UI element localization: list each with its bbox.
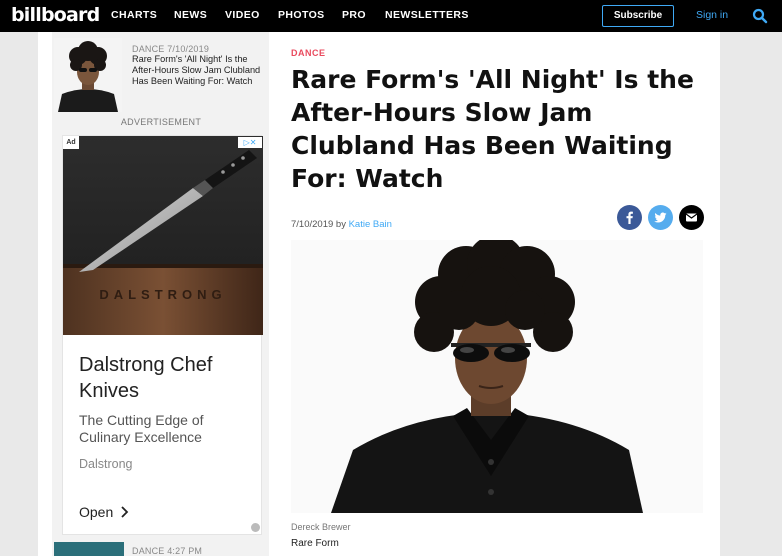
photo-credit: Dereck Brewer (291, 522, 351, 532)
nav-newsletters[interactable]: NEWSLETTERS (385, 9, 469, 21)
ad-headline[interactable]: Dalstrong Chef Knives (79, 352, 249, 404)
subscribe-button[interactable]: Subscribe (602, 5, 674, 27)
sidebar-article-card-2[interactable]: DANCE 4:27 PM (54, 542, 268, 556)
info-icon[interactable] (251, 523, 260, 532)
ad-brand-mark: DALSTRONG (99, 287, 227, 302)
ad-image: Ad ▷✕ DALSTRONG (63, 136, 263, 335)
article-hero-image (291, 240, 703, 513)
facebook-icon (617, 205, 642, 230)
search-icon[interactable] (752, 8, 768, 24)
top-nav: billboard CHARTS NEWS VIDEO PHOTOS PRO N… (0, 0, 782, 32)
ad-badge: Ad (63, 136, 79, 149)
byline-by: by (335, 219, 346, 230)
ad-description: The Cutting Edge of Culinary Excellence (79, 412, 204, 445)
sidebar-article-title: Rare Form's 'All Night' Is the After-Hou… (132, 54, 261, 86)
sidebar-article-thumbnail (54, 38, 122, 112)
article-date: 7/10/2019 (291, 219, 334, 230)
sidebar-article-meta-2: DANCE 4:27 PM (132, 546, 203, 556)
ad-open-label: Open (79, 504, 114, 520)
article-category[interactable]: DANCE (291, 48, 326, 58)
email-share-button[interactable] (679, 205, 704, 230)
nav-video[interactable]: VIDEO (225, 9, 260, 21)
chevron-right-icon (121, 506, 129, 518)
nav-charts[interactable]: CHARTS (111, 9, 157, 21)
ad-open-button[interactable]: Open (79, 504, 130, 520)
facebook-share-button[interactable] (617, 205, 642, 230)
ad-brand: Dalstrong (79, 457, 133, 471)
twitter-share-button[interactable] (648, 205, 673, 230)
advertisement-label: ADVERTISEMENT (120, 117, 202, 127)
email-icon (679, 205, 704, 230)
author-link[interactable]: Katie Bain (349, 219, 392, 230)
article-byline: 7/10/2019 by Katie Bain (291, 219, 392, 230)
twitter-icon (648, 205, 673, 230)
article-headline: Rare Form's 'All Night' Is the After-Hou… (291, 65, 694, 193)
sidebar-article-thumbnail-2 (54, 542, 124, 556)
sidebar-article-meta: DANCE 7/10/2019 (132, 44, 210, 54)
ad-unit[interactable]: Ad ▷✕ DALSTRONG Dalstrong Chef Knives Th… (62, 135, 263, 535)
signin-link[interactable]: Sign in (696, 9, 728, 21)
ad-choices-icon[interactable]: ▷✕ (238, 137, 262, 148)
nav-pro[interactable]: PRO (342, 9, 366, 21)
nav-news[interactable]: NEWS (174, 9, 207, 21)
billboard-logo[interactable]: billboard (11, 4, 100, 26)
sidebar-article-card[interactable]: DANCE 7/10/2019 Rare Form's 'All Night' … (54, 38, 268, 112)
photo-caption: Rare Form (291, 538, 339, 549)
nav-photos[interactable]: PHOTOS (278, 9, 325, 21)
